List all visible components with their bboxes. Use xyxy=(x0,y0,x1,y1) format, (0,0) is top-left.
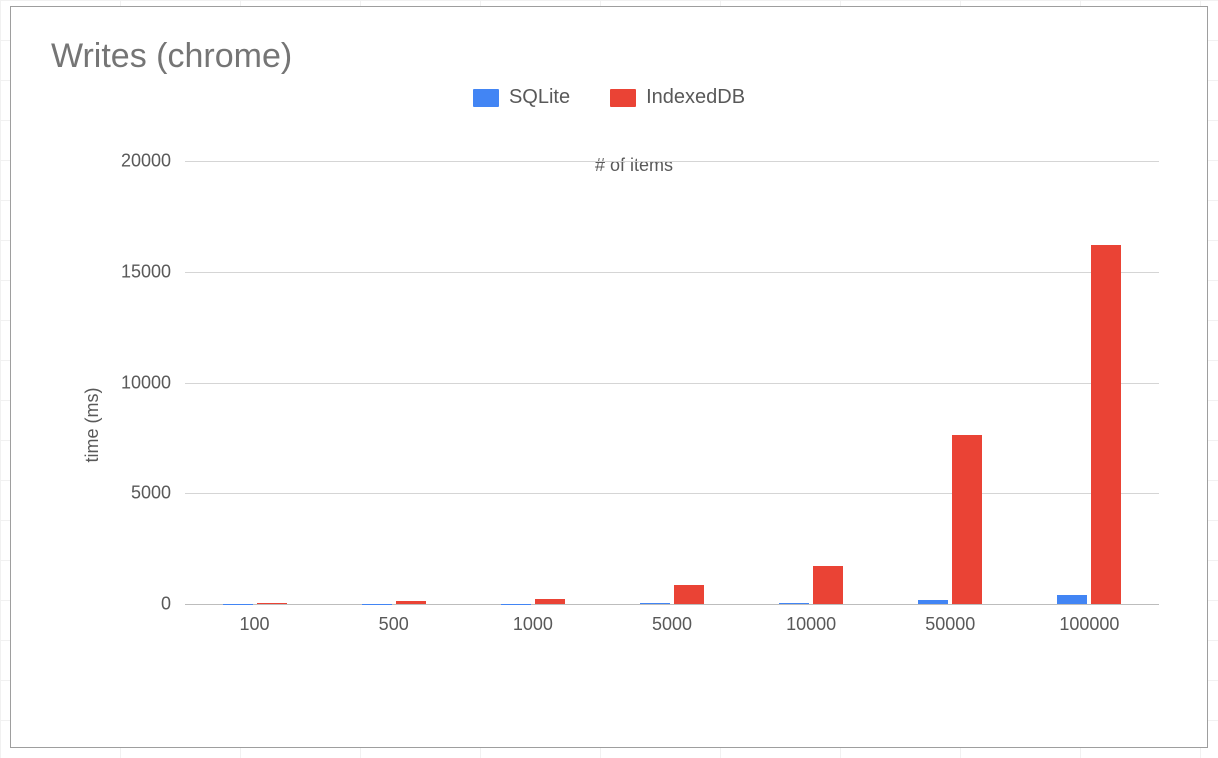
bar-group xyxy=(779,161,843,604)
bar-indexeddb xyxy=(674,585,704,604)
x-tick-label: 5000 xyxy=(652,614,692,635)
x-tick-label: 100000 xyxy=(1059,614,1119,635)
y-tick-label: 10000 xyxy=(121,372,185,393)
bar-sqlite xyxy=(918,600,948,604)
legend-swatch-indexeddb xyxy=(610,89,636,107)
x-tick-label: 100 xyxy=(240,614,270,635)
x-tick-label: 1000 xyxy=(513,614,553,635)
bar-group xyxy=(223,161,287,604)
legend-item-indexeddb: IndexedDB xyxy=(610,86,745,109)
bar-indexeddb xyxy=(257,603,287,604)
bar-indexeddb xyxy=(813,566,843,604)
bar-indexeddb xyxy=(952,435,982,604)
legend-label-indexeddb: IndexedDB xyxy=(646,86,745,109)
x-tick-label: 500 xyxy=(379,614,409,635)
bar-indexeddb xyxy=(1091,245,1121,604)
bar-group xyxy=(362,161,426,604)
legend: SQLite IndexedDB xyxy=(39,86,1179,109)
x-tick-label: 10000 xyxy=(786,614,836,635)
y-tick-label: 20000 xyxy=(121,151,185,172)
plot-wrap: time (ms) 050001000015000200001005001000… xyxy=(99,155,1169,695)
y-tick-label: 0 xyxy=(161,594,185,615)
y-tick-label: 5000 xyxy=(131,483,185,504)
y-axis-label: time (ms) xyxy=(82,388,103,463)
bar-sqlite xyxy=(1057,595,1087,604)
bar-group xyxy=(918,161,982,604)
chart-title: Writes (chrome) xyxy=(51,37,1179,76)
bar-group xyxy=(1057,161,1121,604)
bar-group xyxy=(640,161,704,604)
legend-item-sqlite: SQLite xyxy=(473,86,570,109)
bar-sqlite xyxy=(640,603,670,604)
x-tick-label: 50000 xyxy=(925,614,975,635)
bar-sqlite xyxy=(779,603,809,604)
chart-card: Writes (chrome) SQLite IndexedDB time (m… xyxy=(10,6,1208,748)
plot-area: 0500010000150002000010050010005000100005… xyxy=(185,161,1159,605)
bar-indexeddb xyxy=(396,601,426,604)
y-tick-label: 15000 xyxy=(121,261,185,282)
bar-group xyxy=(501,161,565,604)
bar-indexeddb xyxy=(535,599,565,604)
legend-swatch-sqlite xyxy=(473,89,499,107)
legend-label-sqlite: SQLite xyxy=(509,86,570,109)
